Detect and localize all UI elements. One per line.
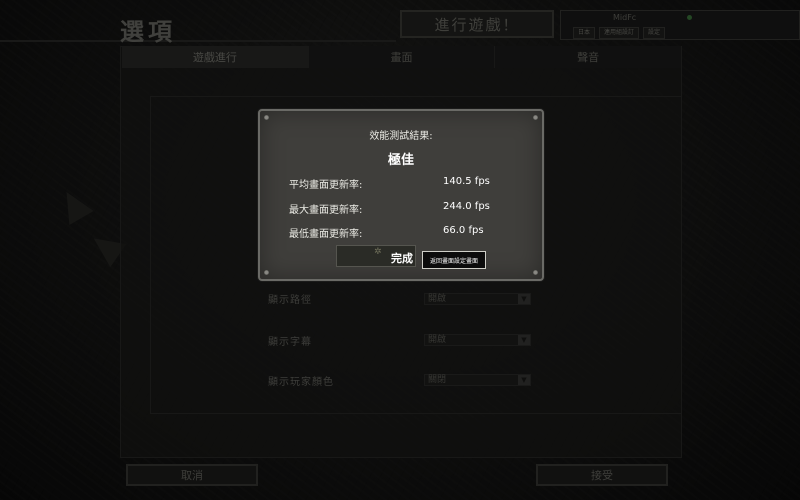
performance-rating: 極佳 xyxy=(387,153,414,168)
stat-value-average-fps: 140.5 fps xyxy=(443,176,490,187)
benchmark-result-dialog: 效能測試結果: 極佳 平均畫面更新率: 140.5 fps 最大畫面更新率: 2… xyxy=(258,109,544,281)
stat-value-max-fps: 244.0 fps xyxy=(443,201,490,212)
stat-value-min-fps: 66.0 fps xyxy=(443,225,484,236)
stat-label-average-fps: 平均畫面更新率: xyxy=(289,180,363,191)
tooltip: 返回畫面設定畫面 xyxy=(422,251,486,269)
done-button-label: 完成 xyxy=(391,252,413,265)
stat-label-max-fps: 最大畫面更新率: xyxy=(289,205,363,216)
stat-label-min-fps: 最低畫面更新率: xyxy=(289,229,363,240)
rivet-icon xyxy=(533,270,538,275)
cursor-sparkle-icon: ✲ xyxy=(374,247,382,257)
rivet-icon xyxy=(264,270,269,275)
dialog-title: 效能測試結果: xyxy=(369,131,433,142)
rivet-icon xyxy=(533,115,538,120)
rivet-icon xyxy=(264,115,269,120)
